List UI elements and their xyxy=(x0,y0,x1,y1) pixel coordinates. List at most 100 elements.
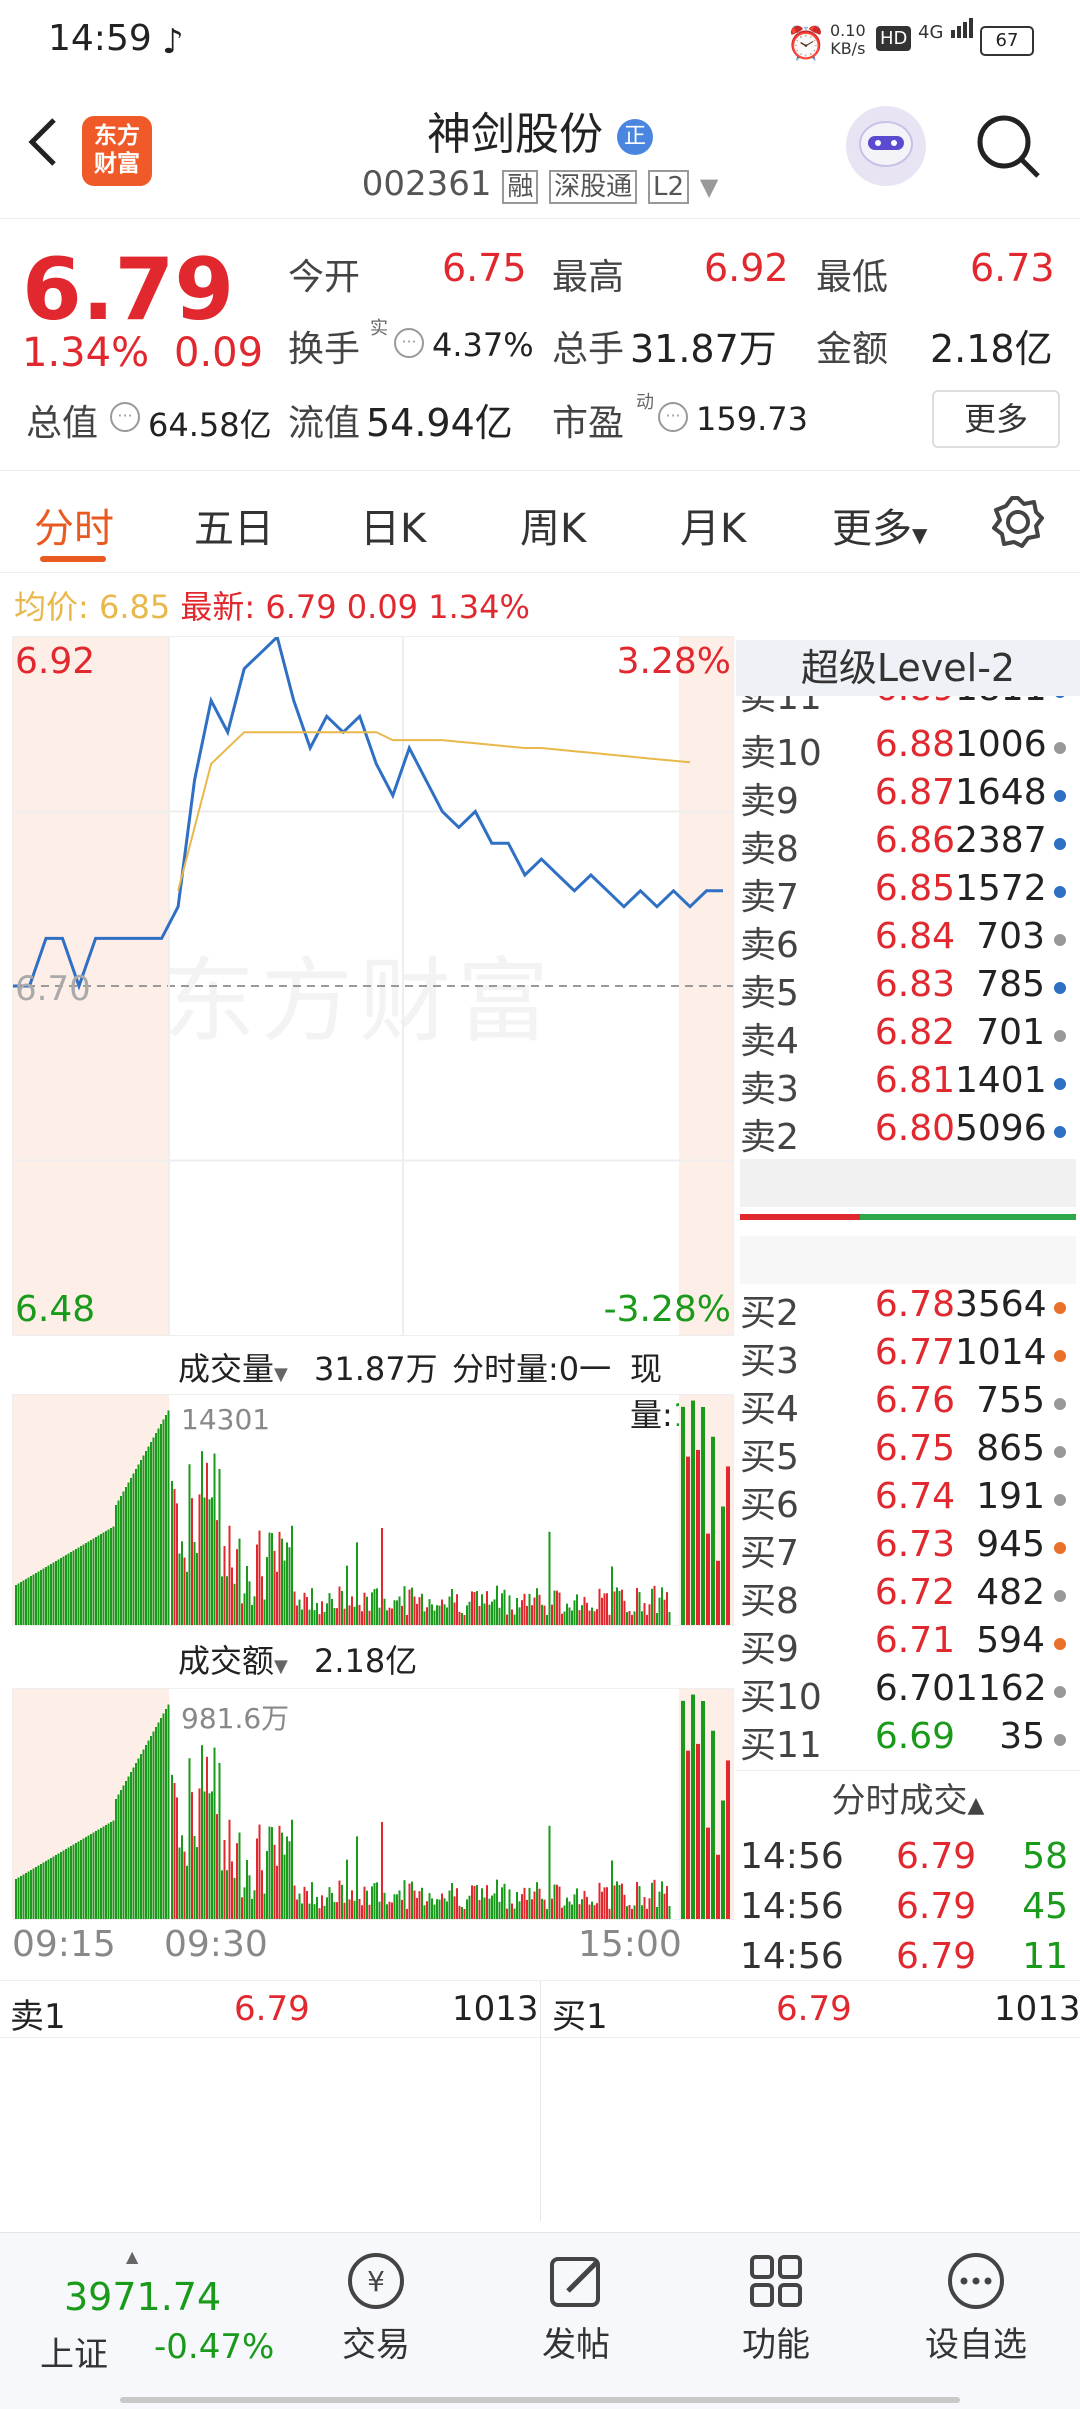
info-icon[interactable]: ··· xyxy=(658,402,688,432)
strip-sell-qty: 1013 xyxy=(452,1989,539,2029)
more-button[interactable]: 更多 xyxy=(932,390,1060,448)
volume-bar xyxy=(523,1887,526,1919)
volume-bar xyxy=(636,1881,638,1919)
more-dots-icon xyxy=(948,2253,1004,2309)
ask-row[interactable]: 卖8 6.86 2387 xyxy=(740,820,1076,870)
x-label-930: 09:30 xyxy=(164,1924,268,1965)
bid-row[interactable]: 买4 6.76 755 xyxy=(740,1380,1076,1430)
volume-bar xyxy=(188,1464,191,1625)
volume-bar xyxy=(443,1898,446,1919)
volume-bar xyxy=(543,1605,546,1625)
volume-bar xyxy=(548,1825,551,1919)
volume-bar xyxy=(666,1592,668,1625)
volume-bar xyxy=(526,1899,528,1919)
info-icon[interactable]: ··· xyxy=(110,402,140,432)
volume-bar xyxy=(493,1893,496,1919)
volume-bar xyxy=(298,1599,301,1625)
ask-row[interactable]: 卖6 6.84 703 xyxy=(740,916,1076,966)
volume-bar xyxy=(361,1611,363,1625)
auction-bar xyxy=(162,1713,165,1919)
bid-row[interactable]: 买6 6.74 191 xyxy=(740,1476,1076,1526)
amount-header: 成交额▼ 2.18亿 xyxy=(12,1632,732,1682)
dropdown-triangle-icon: ▼ xyxy=(274,1364,288,1385)
tab-week-k[interactable]: 周K xyxy=(520,496,586,554)
volume-bar xyxy=(331,1598,333,1625)
volume-bar xyxy=(401,1605,403,1625)
volume-bar xyxy=(583,1890,586,1919)
bid-row[interactable]: 买10 6.70 1162 xyxy=(740,1668,1076,1718)
volume-bar xyxy=(426,1607,428,1625)
nav-post[interactable]: 发帖 xyxy=(476,2249,676,2379)
volume-bar xyxy=(503,1883,506,1919)
flow-dot-icon xyxy=(1054,742,1066,754)
ask-row[interactable]: 卖2 6.80 5096 xyxy=(740,1108,1076,1158)
volume-bar xyxy=(591,1607,593,1625)
volume-bar xyxy=(383,1892,386,1919)
volume-bar xyxy=(351,1596,353,1625)
ask-quantity: 703 xyxy=(976,916,1045,957)
tick-time: 14:56 xyxy=(740,1886,844,1927)
bid-row[interactable]: 买11 6.69 35 xyxy=(740,1716,1076,1766)
auction-bar xyxy=(135,1469,137,1625)
info-icon[interactable]: ··· xyxy=(394,328,424,358)
bid-row[interactable]: 买8 6.72 482 xyxy=(740,1572,1076,1622)
volume-bar xyxy=(196,1847,198,1919)
flow-dot-icon xyxy=(1054,1638,1066,1650)
amount-selector[interactable]: 成交额▼ xyxy=(178,1636,288,1682)
amount-chart[interactable]: 981.6万 xyxy=(12,1688,734,1920)
nav-trade[interactable]: ¥ 交易 xyxy=(276,2249,476,2379)
volume-bar xyxy=(598,1882,601,1919)
bid-row[interactable]: 买9 6.71 594 xyxy=(740,1620,1076,1670)
bottom-quote-strip: 卖1 6.79 1013 买1 6.79 1013 xyxy=(0,1980,1080,2221)
volume-selector[interactable]: 成交量▼ xyxy=(178,1344,288,1390)
auction-bar xyxy=(50,1564,52,1625)
ask-row[interactable]: 卖3 6.81 1401 xyxy=(740,1060,1076,1110)
tab-day-k[interactable]: 日K xyxy=(360,496,426,554)
spread-bar-red xyxy=(740,1214,860,1220)
tab-5day[interactable]: 五日 xyxy=(194,496,274,554)
bid-row[interactable]: 买7 6.73 945 xyxy=(740,1524,1076,1574)
bid-row[interactable]: 买2 6.78 3564 xyxy=(740,1284,1076,1334)
nav-add-watchlist[interactable]: 设自选 xyxy=(876,2249,1076,2379)
ask-row[interactable]: 卖9 6.87 1648 xyxy=(740,772,1076,822)
spread-bar xyxy=(740,1214,1076,1220)
ticks-header[interactable]: 分时成交▲ xyxy=(736,1770,1080,1831)
bid-row[interactable]: 买3 6.77 1014 xyxy=(740,1332,1076,1382)
orderbook-title[interactable]: 超级Level-2 xyxy=(736,640,1080,696)
auction-bar xyxy=(77,1547,80,1625)
ask-row[interactable]: 卖11 6.891811 xyxy=(740,696,1076,716)
volume-bar xyxy=(236,1843,238,1919)
volume-bar xyxy=(431,1604,433,1625)
ask-row[interactable]: 卖4 6.82 701 xyxy=(740,1012,1076,1062)
ask-row[interactable]: 卖10 6.88 1006 xyxy=(740,724,1076,774)
volume-bar xyxy=(601,1597,603,1625)
ask-quantity: 2387 xyxy=(955,820,1047,861)
search-button[interactable] xyxy=(974,112,1044,182)
tab-fenshi[interactable]: 分时 xyxy=(34,496,114,554)
strip-buy-label: 买1 xyxy=(552,1997,608,2037)
volume-chart[interactable]: 14301 xyxy=(12,1394,734,1626)
volume-bar xyxy=(238,1832,241,1919)
auction-bar xyxy=(37,1571,40,1625)
volume-bar xyxy=(216,1520,218,1625)
volume-bar xyxy=(206,1462,208,1625)
auction-bar xyxy=(30,1576,32,1625)
volume-bar xyxy=(353,1900,356,1919)
volume-bar xyxy=(368,1904,371,1919)
flow-dot-icon xyxy=(1054,1078,1066,1090)
nav-functions[interactable]: 功能 xyxy=(676,2249,876,2379)
tab-more[interactable]: 更多▼ xyxy=(832,496,927,554)
settings-button[interactable] xyxy=(988,492,1048,552)
auction-bar xyxy=(100,1828,102,1919)
ask-row[interactable]: 卖7 6.85 1572 xyxy=(740,868,1076,918)
robot-avatar[interactable] xyxy=(846,106,926,186)
volume-bar xyxy=(298,1893,301,1919)
ask-quantity: 1648 xyxy=(955,772,1047,813)
tab-month-k[interactable]: 月K xyxy=(680,496,746,554)
volume-bar xyxy=(301,1903,303,1919)
index-widget[interactable]: ▲ 3971.74 上证 -0.47% xyxy=(30,2247,290,2377)
ask-row[interactable]: 卖5 6.83 785 xyxy=(740,964,1076,1014)
ask-level-label: 卖11 xyxy=(740,696,822,716)
price-chart[interactable]: 东方财富 6.92 6.48 6.70 3.28% -3.28% xyxy=(12,636,734,1336)
bid-row[interactable]: 买5 6.75 865 xyxy=(740,1428,1076,1478)
